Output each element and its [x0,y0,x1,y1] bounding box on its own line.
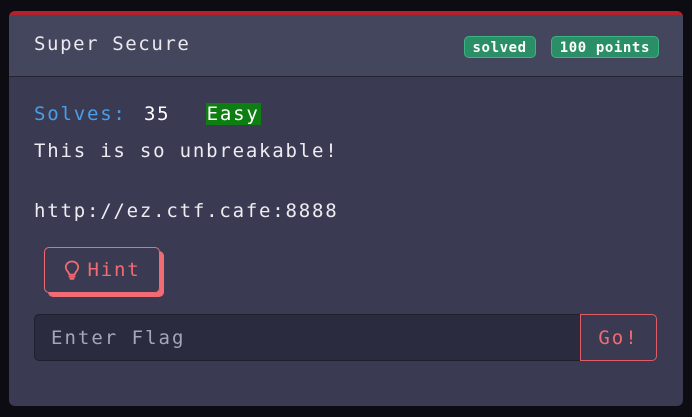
badge-group: solved 100 points [463,36,659,58]
lightbulb-icon [64,260,80,280]
points-badge: 100 points [550,36,659,58]
difficulty-badge: Easy [205,103,261,125]
challenge-header: Super Secure solved 100 points [9,15,683,77]
hint-label: Hint [87,259,141,281]
challenge-card: Super Secure solved 100 points Solves: 3… [9,11,683,406]
flag-input[interactable] [34,314,580,361]
solves-line: Solves: 35 Easy [34,103,261,125]
status-badge: solved [463,36,536,58]
submit-flag-button[interactable]: Go! [580,314,657,361]
challenge-title: Super Secure [34,33,191,55]
challenge-url: http://ez.ctf.cafe:8888 [34,200,339,222]
challenge-description: This is so unbreakable! [34,140,339,162]
hint-button[interactable]: Hint [44,247,160,293]
solves-count: 35 [143,103,171,125]
solves-label: Solves: [34,103,127,125]
flag-form: Go! [34,314,657,361]
